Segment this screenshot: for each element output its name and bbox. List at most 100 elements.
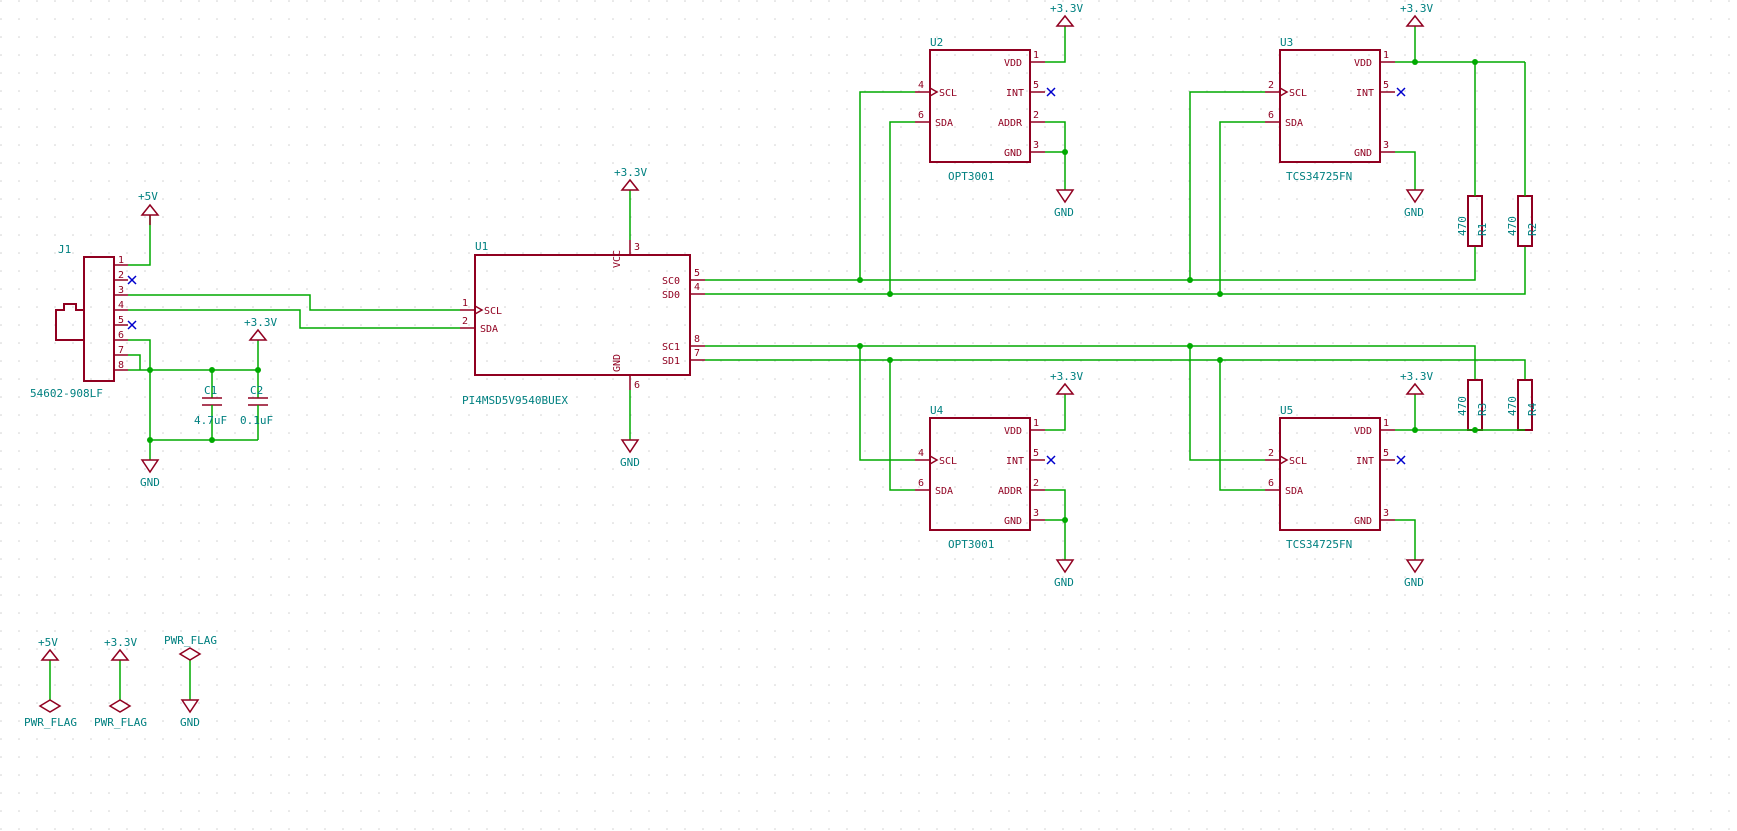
svg-text:SC1: SC1 (662, 342, 680, 353)
svg-text:SCL: SCL (939, 456, 957, 467)
svg-text:5: 5 (1033, 448, 1039, 459)
svg-text:+3.3V: +3.3V (244, 316, 277, 329)
svg-text:8: 8 (694, 334, 700, 345)
svg-text:SDA: SDA (480, 324, 498, 335)
svg-text:SD1: SD1 (662, 356, 680, 367)
svg-text:5: 5 (1383, 448, 1389, 459)
svg-text:4: 4 (918, 448, 924, 459)
svg-text:SDA: SDA (1285, 118, 1303, 129)
svg-text:1: 1 (1383, 418, 1389, 429)
svg-text:470: 470 (1456, 396, 1469, 416)
svg-text:GND: GND (1054, 206, 1074, 219)
svg-text:3: 3 (1383, 140, 1389, 151)
svg-text:5: 5 (118, 315, 124, 326)
svg-text:470: 470 (1506, 216, 1519, 236)
svg-text:GND: GND (1054, 576, 1074, 589)
svg-text:PI4MSD5V9540BUEX: PI4MSD5V9540BUEX (462, 394, 568, 407)
svg-text:PWR_FLAG: PWR_FLAG (164, 634, 217, 647)
svg-text:+3.3V: +3.3V (614, 166, 647, 179)
svg-text:2: 2 (1033, 110, 1039, 121)
svg-text:7: 7 (694, 348, 700, 359)
svg-text:GND: GND (1404, 576, 1424, 589)
svg-text:ADDR: ADDR (998, 118, 1023, 129)
svg-text:7: 7 (118, 345, 124, 356)
svg-text:C2: C2 (250, 384, 263, 397)
svg-text:1: 1 (118, 255, 124, 266)
svg-text:4: 4 (118, 300, 124, 311)
svg-text:470: 470 (1456, 216, 1469, 236)
svg-text:6: 6 (918, 110, 924, 121)
svg-text:SDA: SDA (935, 486, 953, 497)
svg-text:GND: GND (612, 354, 623, 372)
svg-text:VDD: VDD (1354, 58, 1372, 69)
svg-text:+3.3V: +3.3V (1400, 370, 1433, 383)
svg-text:SCL: SCL (1289, 456, 1307, 467)
svg-text:INT: INT (1356, 456, 1374, 467)
svg-text:VDD: VDD (1004, 426, 1022, 437)
svg-text:OPT3001: OPT3001 (948, 170, 994, 183)
svg-text:6: 6 (634, 380, 640, 391)
svg-text:3: 3 (1033, 508, 1039, 519)
svg-text:GND: GND (140, 476, 160, 489)
svg-text:VDD: VDD (1354, 426, 1372, 437)
svg-text:1: 1 (462, 298, 468, 309)
svg-text:4.7uF: 4.7uF (194, 414, 227, 427)
svg-text:ADDR: ADDR (998, 486, 1023, 497)
svg-text:SCL: SCL (1289, 88, 1307, 99)
svg-text:+3.3V: +3.3V (1400, 2, 1433, 15)
svg-text:VCC: VCC (612, 250, 623, 268)
svg-text:INT: INT (1006, 456, 1024, 467)
svg-text:PWR_FLAG: PWR_FLAG (24, 716, 77, 729)
svg-text:2: 2 (1268, 448, 1274, 459)
j1-value: 54602-908LF (30, 387, 103, 400)
svg-text:0.1uF: 0.1uF (240, 414, 273, 427)
svg-text:2: 2 (462, 316, 468, 327)
svg-text:C1: C1 (204, 384, 217, 397)
svg-text:3: 3 (1383, 508, 1389, 519)
svg-text:U1: U1 (475, 240, 488, 253)
svg-text:U5: U5 (1280, 404, 1293, 417)
j1-ref: J1 (58, 243, 71, 256)
svg-text:GND: GND (180, 716, 200, 729)
svg-text:SC0: SC0 (662, 276, 680, 287)
svg-text:5: 5 (694, 268, 700, 279)
svg-text:SDA: SDA (1285, 486, 1303, 497)
svg-text:2: 2 (1268, 80, 1274, 91)
svg-text:VDD: VDD (1004, 58, 1022, 69)
svg-text:2: 2 (118, 270, 124, 281)
svg-text:SDA: SDA (935, 118, 953, 129)
svg-text:1: 1 (1383, 50, 1389, 61)
svg-text:3: 3 (634, 242, 640, 253)
svg-text:SD0: SD0 (662, 290, 680, 301)
svg-text:6: 6 (118, 330, 124, 341)
svg-text:6: 6 (1268, 478, 1274, 489)
svg-text:SCL: SCL (484, 306, 502, 317)
svg-text:GND: GND (1004, 148, 1022, 159)
svg-text:U2: U2 (930, 36, 943, 49)
svg-text:GND: GND (1354, 148, 1372, 159)
svg-text:R2: R2 (1526, 223, 1539, 236)
svg-text:GND: GND (1354, 516, 1372, 527)
svg-text:R4: R4 (1526, 402, 1539, 416)
svg-text:4: 4 (694, 282, 700, 293)
svg-text:U4: U4 (930, 404, 944, 417)
svg-text:+3.3V: +3.3V (1050, 2, 1083, 15)
svg-text:GND: GND (1004, 516, 1022, 527)
svg-text:GND: GND (620, 456, 640, 469)
svg-text:3: 3 (118, 285, 124, 296)
svg-text:3: 3 (1033, 140, 1039, 151)
svg-text:5: 5 (1383, 80, 1389, 91)
svg-text:INT: INT (1356, 88, 1374, 99)
svg-text:6: 6 (918, 478, 924, 489)
svg-text:6: 6 (1268, 110, 1274, 121)
svg-text:TCS34725FN: TCS34725FN (1286, 170, 1352, 183)
svg-text:SCL: SCL (939, 88, 957, 99)
svg-text:4: 4 (918, 80, 924, 91)
svg-text:TCS34725FN: TCS34725FN (1286, 538, 1352, 551)
svg-text:1: 1 (1033, 50, 1039, 61)
svg-text:R1: R1 (1476, 223, 1489, 236)
svg-text:1: 1 (1033, 418, 1039, 429)
svg-text:OPT3001: OPT3001 (948, 538, 994, 551)
svg-text:+5V: +5V (38, 636, 58, 649)
svg-text:GND: GND (1404, 206, 1424, 219)
